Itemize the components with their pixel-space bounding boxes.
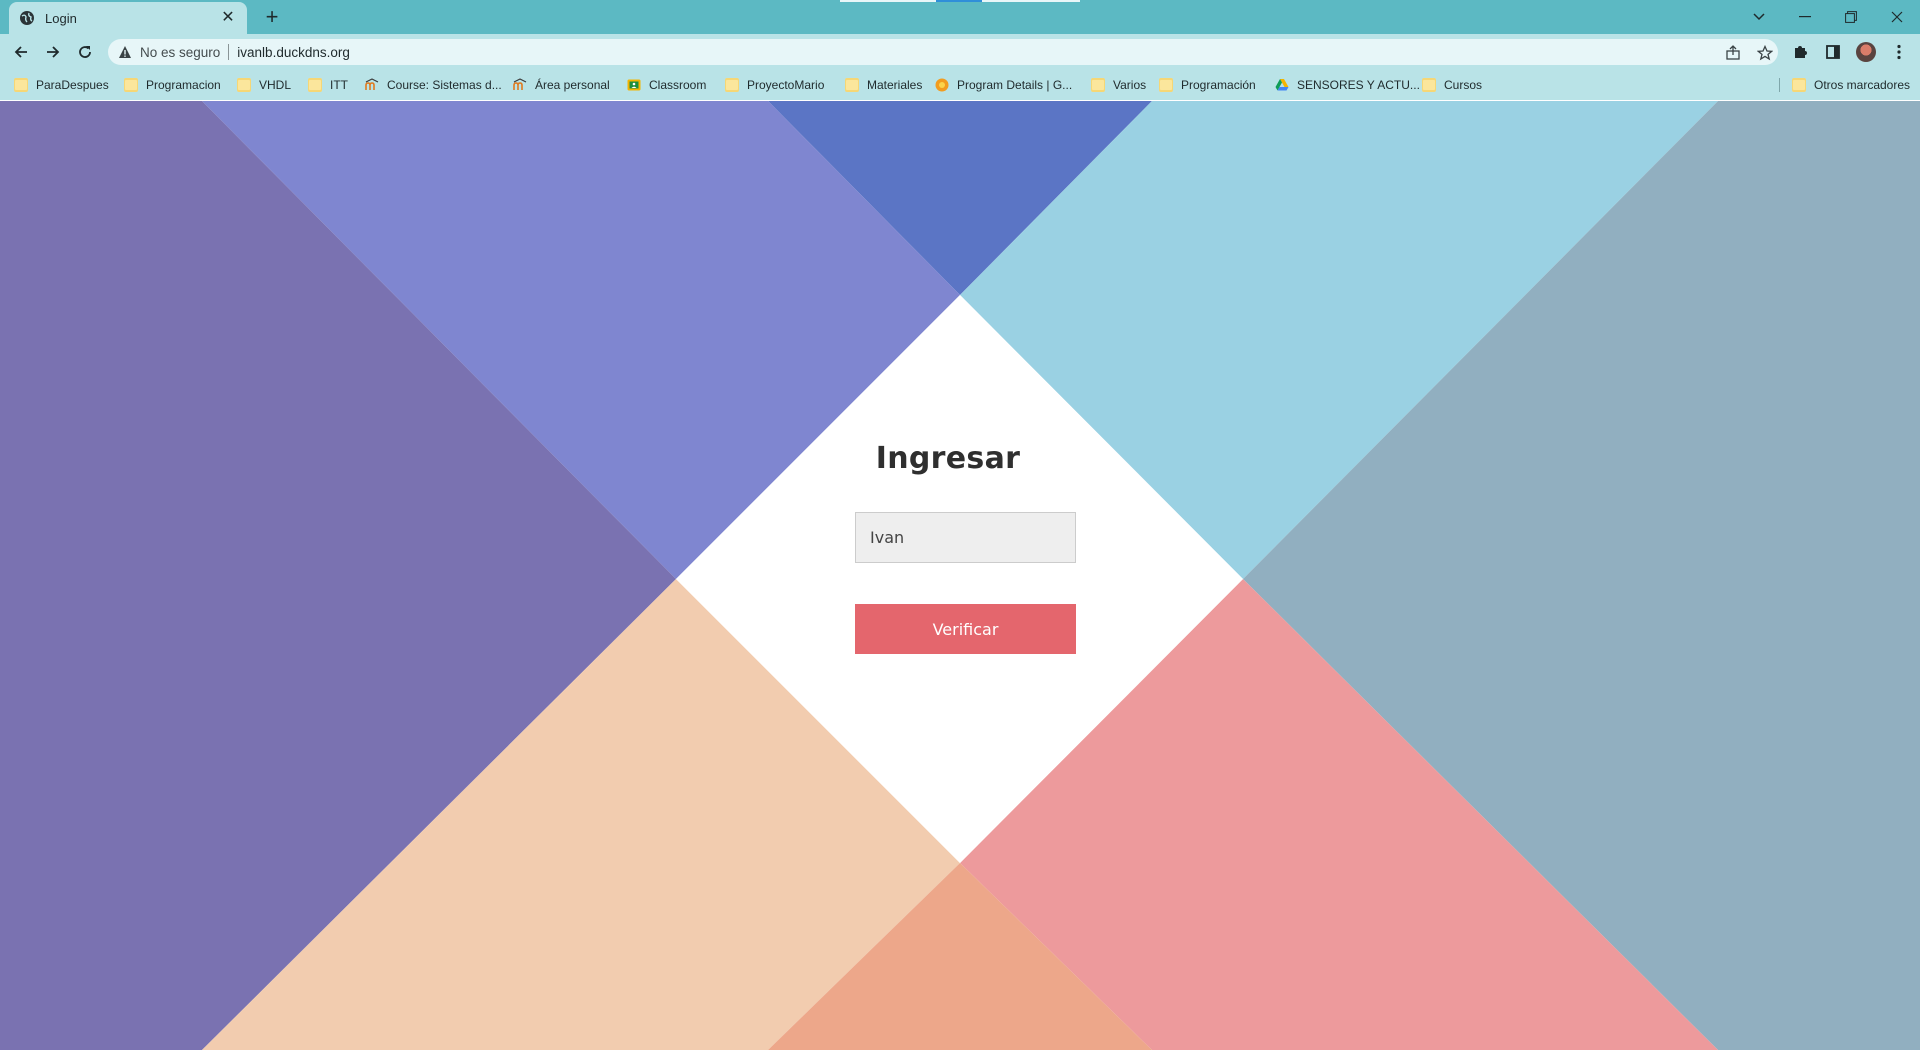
bookmark-label: Course: Sistemas d... xyxy=(387,78,502,92)
back-button[interactable] xyxy=(8,39,34,65)
bookmark-item[interactable]: Cursos xyxy=(1422,76,1482,94)
url-text[interactable]: ivanlb.duckdns.org xyxy=(237,45,350,60)
loading-indicator-active xyxy=(936,0,982,2)
bookmark-item[interactable]: Course: Sistemas d... xyxy=(365,76,502,94)
browser-toolbar: No es seguro ivanlb.duckdns.org xyxy=(0,34,1920,70)
bookmark-item[interactable]: Programacion xyxy=(124,76,221,94)
side-panel-icon[interactable] xyxy=(1820,39,1846,65)
bookmark-label: Programacion xyxy=(146,78,221,92)
bookmark-item[interactable]: SENSORES Y ACTU... xyxy=(1275,76,1420,94)
folder-icon xyxy=(14,78,28,92)
login-page: Ingresar Verificar xyxy=(0,101,1920,1050)
bookmark-item[interactable]: ITT xyxy=(308,76,348,94)
browser-tab-login[interactable]: Login ✕ xyxy=(9,2,247,34)
folder-icon xyxy=(124,78,138,92)
bookmark-item[interactable]: Varios xyxy=(1091,76,1146,94)
bookmark-item[interactable]: Programación xyxy=(1159,76,1256,94)
bookmark-item[interactable]: Materiales xyxy=(845,76,922,94)
bookmark-label: Materiales xyxy=(867,78,923,92)
bookmark-label: Program Details | G... xyxy=(957,78,1073,92)
verify-button[interactable]: Verificar xyxy=(855,604,1076,654)
tab-title: Login xyxy=(45,10,77,26)
globe-icon xyxy=(19,10,35,26)
new-tab-button[interactable]: + xyxy=(260,6,284,30)
folder-icon xyxy=(1091,78,1105,92)
geometric-background xyxy=(0,101,1920,1050)
close-window-button[interactable] xyxy=(1880,4,1914,30)
login-form: Ingresar Verificar xyxy=(810,441,1110,654)
forward-button[interactable] xyxy=(40,39,66,65)
folder-icon xyxy=(1159,78,1173,92)
classroom-icon xyxy=(627,78,641,92)
bookmark-label: ParaDespues xyxy=(36,78,109,92)
bookmark-star-icon[interactable] xyxy=(1756,44,1774,62)
bookmark-label: Varios xyxy=(1113,78,1147,92)
loading-indicator-tail xyxy=(982,0,1080,2)
moodle-icon xyxy=(365,78,379,92)
folder-icon xyxy=(1422,78,1436,92)
folder-icon xyxy=(725,78,739,92)
bookmark-item[interactable]: Classroom xyxy=(627,76,706,94)
username-input[interactable] xyxy=(855,512,1076,563)
security-label[interactable]: No es seguro xyxy=(140,45,220,60)
login-title: Ingresar xyxy=(875,441,1021,476)
loading-indicator xyxy=(840,0,936,2)
bookmark-label: SENSORES Y ACTU... xyxy=(1297,78,1420,92)
browser-title-bar: Login ✕ + xyxy=(0,0,1920,34)
moodle-icon xyxy=(513,78,527,92)
other-bookmarks[interactable]: Otros marcadores xyxy=(1792,76,1910,94)
bookmark-item[interactable]: VHDL xyxy=(237,76,291,94)
warning-icon[interactable] xyxy=(118,45,132,59)
bookmark-label: ITT xyxy=(330,78,348,92)
bookmark-label: ProyectoMario xyxy=(747,78,825,92)
bookmark-label: Cursos xyxy=(1444,78,1483,92)
menu-kebab-icon[interactable] xyxy=(1886,39,1912,65)
bookmark-item[interactable]: Área personal xyxy=(513,76,610,94)
folder-icon xyxy=(1792,78,1806,92)
bookmark-item[interactable]: ParaDespues xyxy=(14,76,109,94)
minimize-button[interactable] xyxy=(1788,4,1822,30)
tab-search-icon[interactable] xyxy=(1742,4,1776,30)
folder-icon xyxy=(237,78,251,92)
profile-avatar[interactable] xyxy=(1853,39,1879,65)
folder-icon xyxy=(308,78,322,92)
reload-button[interactable] xyxy=(72,39,98,65)
bookmark-item[interactable]: ProyectoMario xyxy=(725,76,824,94)
extensions-icon[interactable] xyxy=(1787,39,1813,65)
bookmark-label: Programación xyxy=(1181,78,1256,92)
omnibox-divider xyxy=(228,44,230,60)
avatar-icon xyxy=(1856,42,1876,62)
close-tab-icon[interactable]: ✕ xyxy=(219,9,237,27)
address-bar[interactable]: No es seguro ivanlb.duckdns.org xyxy=(108,39,1778,65)
share-icon[interactable] xyxy=(1724,44,1742,62)
bookmark-label: Área personal xyxy=(535,78,610,92)
sun-icon xyxy=(935,78,949,92)
bookmark-item[interactable]: Program Details | G... xyxy=(935,76,1072,94)
bookmark-label: VHDL xyxy=(259,78,292,92)
folder-icon xyxy=(845,78,859,92)
bookmarks-separator xyxy=(1779,78,1780,92)
other-bookmarks-label: Otros marcadores xyxy=(1814,78,1911,92)
restore-button[interactable] xyxy=(1834,4,1868,30)
drive-icon xyxy=(1275,78,1289,92)
bookmarks-bar: ParaDespues Programacion VHDL ITT Course: Si… xyxy=(0,70,1920,100)
bookmark-label: Classroom xyxy=(649,78,707,92)
